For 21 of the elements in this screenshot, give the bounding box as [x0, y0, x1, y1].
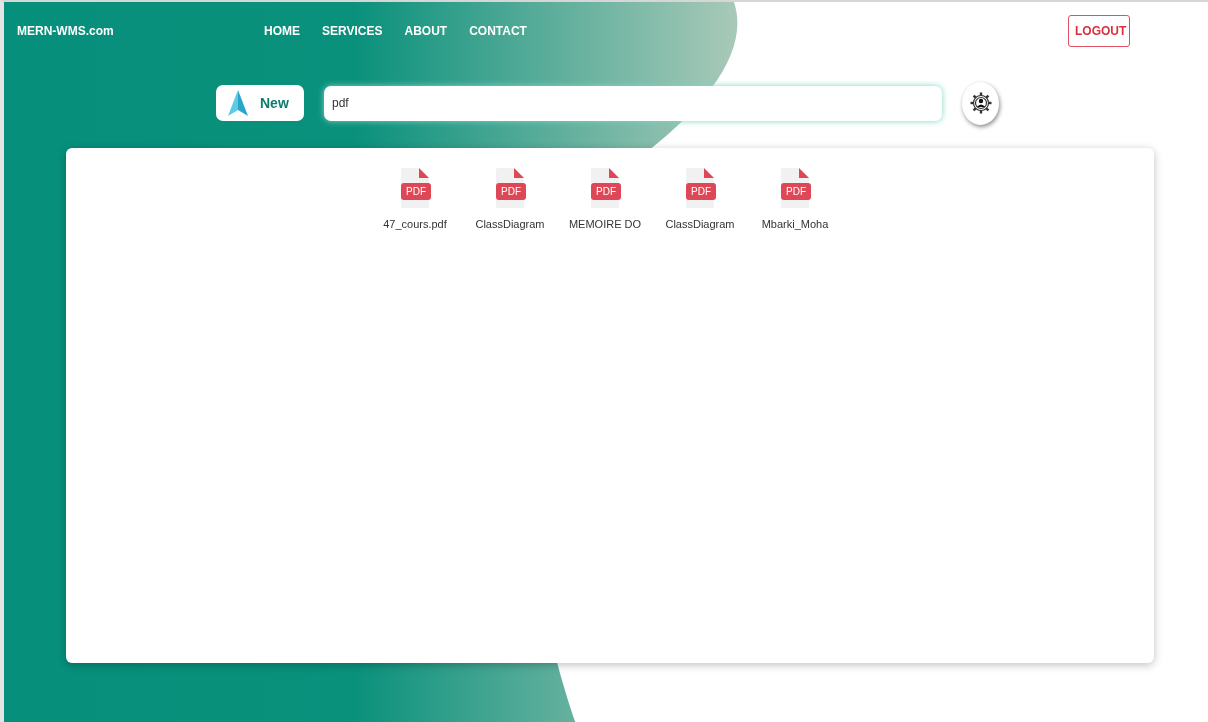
file-name[interactable]: ClassDiagram — [665, 218, 735, 230]
file-name[interactable]: 47_cours.pdf — [383, 218, 447, 230]
file-name[interactable]: MEMOIRE DO — [568, 218, 642, 230]
file-type-label: PDF — [401, 183, 431, 200]
search-field[interactable]: pdf — [324, 85, 942, 121]
file-name[interactable]: Mbarki_Moha — [761, 218, 829, 230]
nav-link[interactable]: HOME — [264, 24, 300, 38]
site-logo[interactable]: MERN-WMS.com — [17, 24, 264, 38]
file-type-label: PDF — [496, 183, 526, 200]
user-settings-button[interactable] — [962, 81, 999, 125]
arrow-icon — [228, 90, 248, 116]
nav-link[interactable]: SERVICES — [322, 24, 383, 38]
new-button[interactable]: New — [216, 85, 304, 121]
file-name[interactable]: ClassDiagram — [475, 218, 545, 230]
file-type-label: PDF — [686, 183, 716, 200]
nav-link[interactable]: CONTACT — [469, 24, 527, 38]
file-type-label: PDF — [591, 183, 621, 200]
gear-user-icon — [968, 91, 993, 115]
logout-button[interactable]: LOGOUT — [1068, 15, 1130, 47]
file-type-label: PDF — [781, 183, 811, 200]
nav-link[interactable]: ABOUT — [404, 24, 448, 38]
